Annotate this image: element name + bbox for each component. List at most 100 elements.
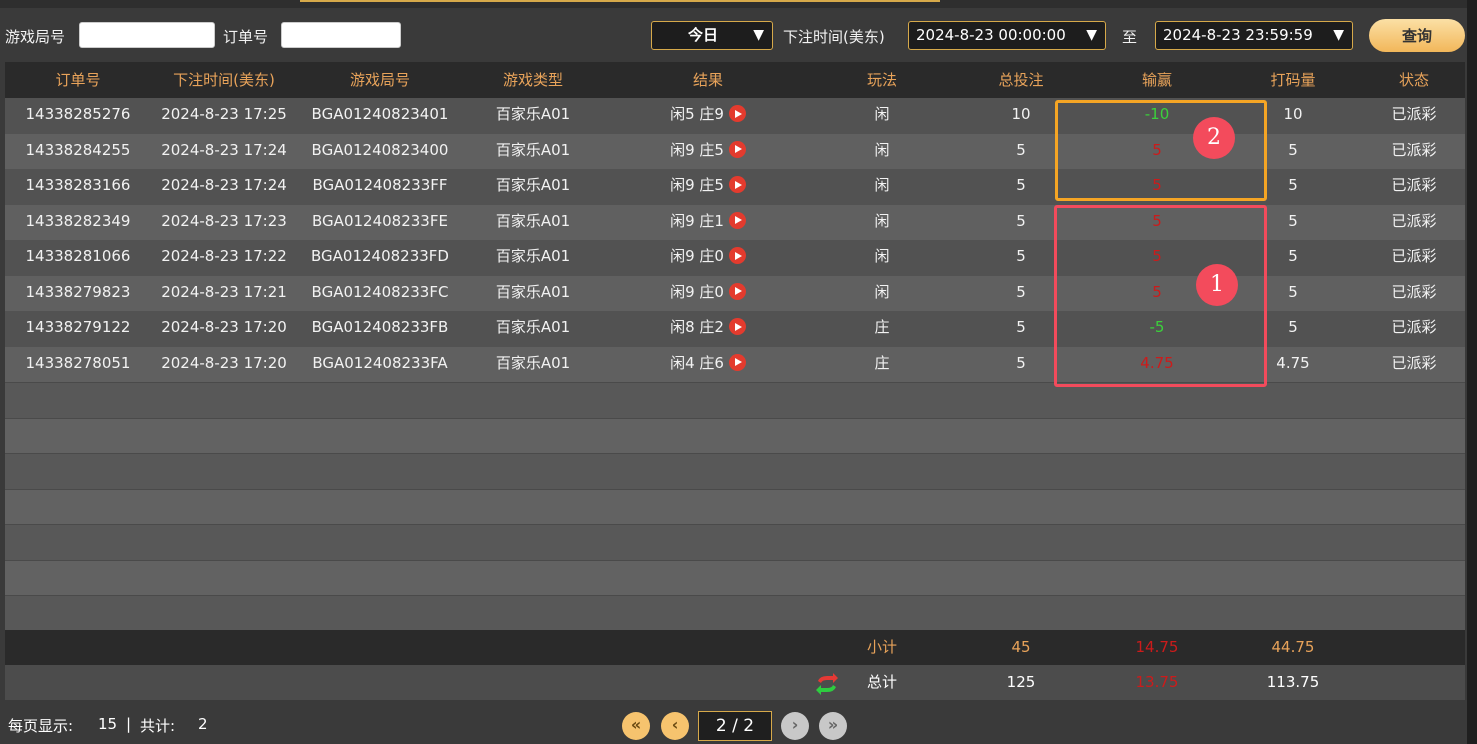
period-select[interactable]: 今日 ▼ [651, 21, 773, 50]
order-no-input[interactable] [281, 22, 401, 48]
table-header: 订单号 下注时间(美东) 游戏局号 游戏类型 结果 玩法 总投注 输赢 打码量 … [5, 62, 1465, 98]
result-text: 闲9 庄0 [670, 247, 724, 265]
first-page-icon[interactable]: « [622, 712, 650, 740]
cell-result: 闲9 庄5 [603, 169, 813, 205]
per-page-value: 15 [98, 715, 118, 733]
cell-result: 闲9 庄5 [603, 134, 813, 170]
query-button[interactable]: 查询 [1369, 19, 1465, 52]
cell-game-type: 百家乐A01 [495, 353, 571, 372]
subtotal-winloss: 14.75 [1135, 638, 1179, 656]
total-row: 总计 125 13.75 113.75 [5, 665, 1465, 700]
subtotal-bet: 45 [1011, 638, 1031, 656]
result-text: 闲5 庄9 [670, 105, 724, 123]
cell-status: 已派彩 [1391, 211, 1437, 230]
cell-game-type: 百家乐A01 [495, 176, 571, 194]
total-count-label: 共计: [140, 717, 176, 735]
cell-order-no: 14338278051 [25, 353, 131, 372]
start-time-value: 2024-8-23 00:00:00 [916, 26, 1066, 44]
cell-game-type: 百家乐A01 [495, 318, 571, 336]
play-video-icon[interactable] [728, 211, 746, 229]
last-page-icon[interactable]: » [819, 712, 847, 740]
next-page-icon[interactable]: › [781, 712, 809, 740]
top-strip [0, 0, 1477, 8]
cell-play: 闲 [874, 105, 890, 123]
page-indicator[interactable]: 2 / 2 [698, 711, 772, 741]
cell-order-no: 14338282349 [25, 211, 131, 230]
cell-result: 闲4 庄6 [603, 347, 813, 383]
cell-game-type: 百家乐A01 [495, 282, 571, 301]
result-text: 闲9 庄5 [670, 176, 724, 194]
cell-bet-time: 2024-8-23 17:22 [161, 247, 287, 265]
cell-status: 已派彩 [1391, 247, 1437, 265]
total-bet: 125 [1006, 673, 1036, 691]
cell-status: 已派彩 [1391, 318, 1437, 336]
to-label: 至 [1122, 28, 1138, 46]
cell-bet-time: 2024-8-23 17:25 [161, 105, 287, 123]
cell-game-round: BGA012408233FE [312, 211, 448, 230]
start-time-select[interactable]: 2024-8-23 00:00:00 ▼ [908, 21, 1106, 50]
col-game-round: 游戏局号 [349, 71, 410, 89]
chevron-down-icon: ▼ [1333, 27, 1344, 43]
play-video-icon[interactable] [728, 282, 746, 300]
cell-bet-time: 2024-8-23 17:23 [161, 211, 287, 230]
result-text: 闲4 庄6 [670, 353, 724, 372]
footer-separator: | [126, 715, 132, 733]
bet-time-label: 下注时间(美东) [783, 28, 885, 46]
subtotal-row: 小计 45 14.75 44.75 [5, 630, 1465, 665]
period-select-value: 今日 [688, 26, 719, 44]
cell-status: 已派彩 [1391, 105, 1437, 123]
play-video-icon[interactable] [728, 318, 746, 335]
result-text: 闲9 庄1 [670, 211, 724, 230]
cell-game-round: BGA012408233FC [311, 282, 449, 301]
play-video-icon[interactable] [728, 176, 746, 193]
cell-bet-time: 2024-8-23 17:20 [161, 318, 287, 336]
cell-result: 闲9 庄1 [603, 205, 813, 241]
total-label: 总计 [866, 673, 897, 691]
end-time-select[interactable]: 2024-8-23 23:59:59 ▼ [1155, 21, 1353, 50]
col-play: 玩法 [866, 71, 897, 89]
cell-order-no: 14338281066 [25, 247, 131, 265]
cell-status: 已派彩 [1391, 140, 1437, 159]
cell-game-round: BGA012408233FF [312, 176, 448, 194]
col-order-no: 订单号 [55, 71, 101, 89]
cell-result: 闲5 庄9 [603, 98, 813, 134]
play-video-icon[interactable] [728, 140, 746, 158]
cell-game-type: 百家乐A01 [495, 140, 571, 159]
annotation-box-1 [1054, 205, 1267, 387]
chevron-down-icon: ▼ [753, 27, 764, 43]
cell-game-type: 百家乐A01 [495, 247, 571, 265]
chevron-down-icon: ▼ [1086, 27, 1097, 43]
top-accent-line [300, 0, 940, 2]
cell-play: 闲 [874, 211, 890, 230]
col-turnover: 打码量 [1270, 71, 1316, 89]
cell-play: 庄 [874, 318, 890, 336]
cell-result: 闲9 庄0 [603, 276, 813, 312]
end-time-value: 2024-8-23 23:59:59 [1163, 26, 1313, 44]
col-status: 状态 [1398, 71, 1429, 89]
play-video-icon[interactable] [728, 353, 746, 371]
right-edge [1467, 0, 1477, 744]
cell-order-no: 14338284255 [25, 140, 131, 159]
play-video-icon[interactable] [728, 247, 746, 264]
cell-status: 已派彩 [1391, 282, 1437, 301]
cell-bet-time: 2024-8-23 17:20 [161, 353, 287, 372]
cell-bet-time: 2024-8-23 17:24 [161, 176, 287, 194]
prev-page-icon[interactable]: ‹ [661, 712, 689, 740]
cell-play: 闲 [874, 140, 890, 159]
game-round-input[interactable] [79, 22, 215, 48]
empty-row [5, 524, 1465, 560]
cell-game-round: BGA01240823401 [311, 105, 449, 123]
cell-game-round: BGA01240823400 [311, 140, 449, 159]
cell-game-round: BGA012408233FA [312, 353, 448, 372]
subtotal-label: 小计 [866, 638, 897, 656]
play-video-icon[interactable] [728, 105, 746, 122]
total-winloss: 13.75 [1135, 673, 1179, 691]
empty-row [5, 595, 1465, 631]
annotation-badge-2: 2 [1193, 117, 1235, 159]
cell-play: 闲 [874, 247, 890, 265]
cell-play: 庄 [874, 353, 890, 372]
annotation-box-2 [1055, 100, 1267, 201]
cell-game-round: BGA012408233FD [311, 247, 449, 265]
col-total-bet: 总投注 [998, 71, 1044, 89]
col-win-loss: 输赢 [1141, 71, 1172, 89]
